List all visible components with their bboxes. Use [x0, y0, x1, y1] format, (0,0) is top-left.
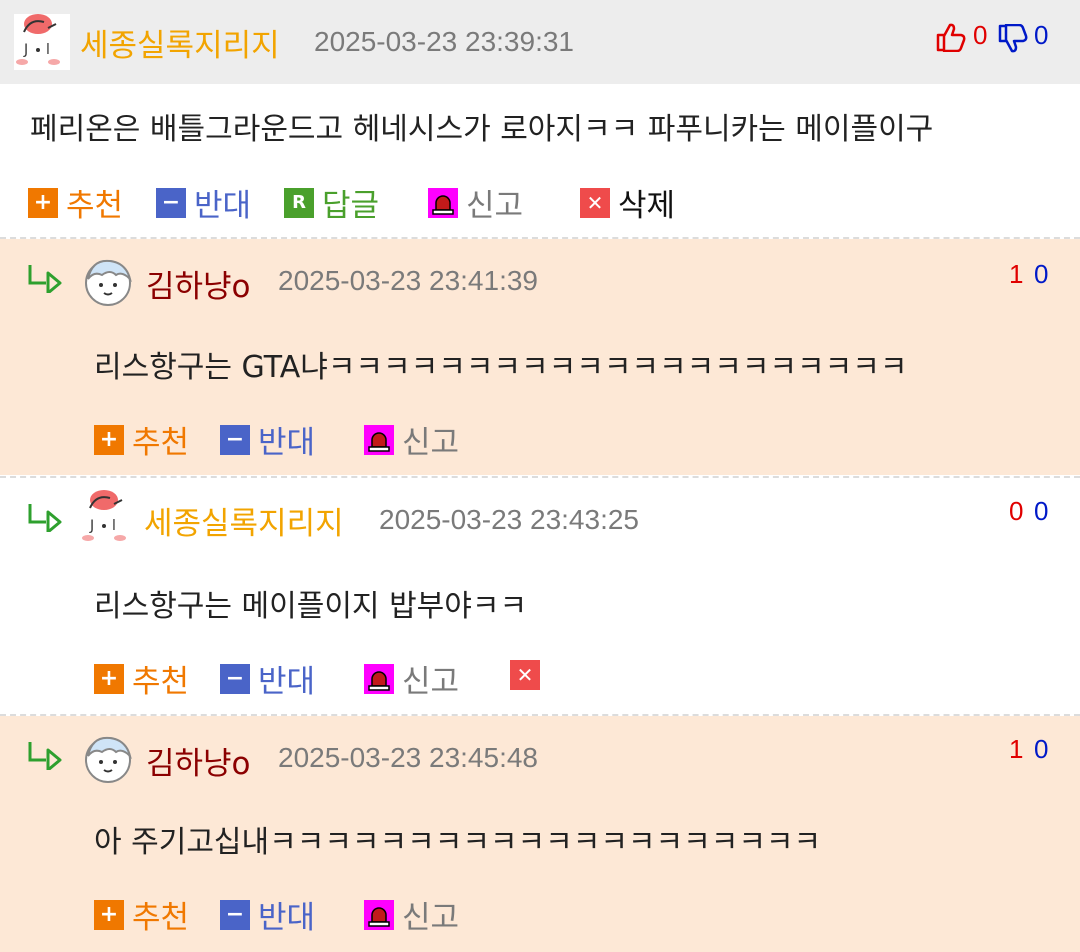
dislike-count: 0 — [1034, 496, 1049, 526]
oppose-label: 반대 — [258, 664, 316, 700]
recommend-button[interactable]: + 추천 — [94, 892, 189, 937]
svg-text:J: J — [23, 42, 28, 58]
svg-text:J: J — [89, 518, 94, 534]
recommend-button[interactable]: + 추천 — [94, 417, 189, 462]
user-avatar[interactable]: J l — [14, 14, 70, 70]
like-count: 0 — [1009, 496, 1024, 526]
svg-text:l: l — [46, 42, 50, 58]
r-reply-icon: R — [284, 187, 314, 218]
plus-icon: + — [94, 424, 124, 455]
reply-item: 김하냥o 2025-03-23 23:41:39 1 0 리스항구는 GTA냐ㅋ… — [0, 239, 1080, 475]
minus-icon: − — [220, 424, 250, 455]
x-delete-icon: ✕ — [580, 187, 610, 218]
report-label: 신고 — [402, 425, 460, 461]
delete-label: 삭제 — [618, 188, 676, 224]
oppose-label: 반대 — [194, 188, 252, 224]
reply-arrow-icon — [28, 265, 62, 293]
plus-icon: + — [94, 663, 124, 694]
dislike-count: 0 — [1034, 259, 1049, 289]
recommend-label: 추천 — [132, 664, 190, 700]
comment-text: 페리온은 배틀그라운드고 헤네시스가 로아지ㅋㅋ 파푸니카는 메이플이구 — [30, 112, 934, 147]
reply-timestamp: 2025-03-23 23:41:39 — [278, 265, 538, 296]
reply-timestamp: 2025-03-23 23:43:25 — [379, 504, 639, 535]
report-button[interactable]: 신고 — [364, 656, 459, 701]
reply-item: J l 세종실록지리지 2025-03-23 23:43:25 0 0 리스항구… — [0, 478, 1080, 714]
report-label: 신고 — [402, 900, 460, 936]
reply-label: 답글 — [322, 188, 380, 224]
like-count: 1 — [1009, 259, 1024, 289]
siren-icon — [364, 899, 394, 930]
recommend-button[interactable]: + 추천 — [28, 180, 123, 225]
reply-item: 김하냥o 2025-03-23 23:45:48 1 0 아 주기고십내ㅋㅋㅋㅋ… — [0, 716, 1080, 952]
reply-text: 아 주기고십내ㅋㅋㅋㅋㅋㅋㅋㅋㅋㅋㅋㅋㅋㅋㅋㅋㅋㅋㅋㅋ — [94, 825, 822, 860]
oppose-button[interactable]: − 반대 — [220, 892, 315, 937]
plus-icon: + — [28, 187, 58, 218]
like-count: 0 — [973, 20, 988, 50]
reply-arrow-icon — [28, 742, 62, 770]
reply-button[interactable]: R 답글 — [284, 180, 379, 225]
reply-author[interactable]: 김하냥o — [146, 261, 251, 306]
siren-icon — [364, 663, 394, 694]
oppose-button[interactable]: − 반대 — [220, 656, 315, 701]
user-avatar[interactable] — [82, 732, 134, 784]
user-avatar[interactable]: J l — [80, 490, 136, 546]
user-avatar[interactable] — [82, 255, 134, 307]
recommend-label: 추천 — [132, 425, 190, 461]
dislike-count: 0 — [1034, 20, 1049, 50]
minus-icon: − — [220, 899, 250, 930]
oppose-button[interactable]: − 반대 — [156, 180, 251, 225]
comment-timestamp: 2025-03-23 23:39:31 — [314, 26, 574, 57]
comment-author[interactable]: 세종실록지리지 — [80, 20, 280, 65]
report-button[interactable]: 신고 — [364, 892, 459, 937]
reply-text: 리스항구는 메이플이지 밥부야ㅋㅋ — [94, 589, 528, 624]
minus-icon: − — [220, 663, 250, 694]
reply-text: 리스항구는 GTA냐ㅋㅋㅋㅋㅋㅋㅋㅋㅋㅋㅋㅋㅋㅋㅋㅋㅋㅋㅋㅋㅋ — [94, 350, 908, 385]
oppose-button[interactable]: − 반대 — [220, 417, 315, 462]
oppose-label: 반대 — [258, 900, 316, 936]
oppose-label: 반대 — [258, 425, 316, 461]
recommend-label: 추천 — [132, 900, 190, 936]
siren-icon — [428, 187, 458, 218]
delete-button[interactable]: ✕ 삭제 — [580, 180, 675, 225]
recommend-label: 추천 — [66, 188, 124, 224]
report-button[interactable]: 신고 — [428, 180, 523, 225]
thumbs-down-icon[interactable] — [997, 24, 1029, 54]
reply-author[interactable]: 김하냥o — [146, 738, 251, 783]
report-label: 신고 — [402, 664, 460, 700]
reply-author[interactable]: 세종실록지리지 — [144, 498, 344, 543]
x-delete-icon: ✕ — [510, 660, 540, 690]
reply-timestamp: 2025-03-23 23:45:48 — [278, 742, 538, 773]
minus-icon: − — [156, 187, 186, 218]
dislike-count: 0 — [1034, 734, 1049, 764]
delete-button[interactable]: ✕ — [510, 660, 548, 690]
recommend-button[interactable]: + 추천 — [94, 656, 189, 701]
thumbs-up-icon[interactable] — [935, 22, 967, 52]
siren-icon — [364, 424, 394, 455]
report-label: 신고 — [466, 188, 524, 224]
svg-text:l: l — [112, 518, 116, 534]
plus-icon: + — [94, 899, 124, 930]
report-button[interactable]: 신고 — [364, 417, 459, 462]
like-count: 1 — [1009, 734, 1024, 764]
reply-arrow-icon — [28, 504, 62, 532]
